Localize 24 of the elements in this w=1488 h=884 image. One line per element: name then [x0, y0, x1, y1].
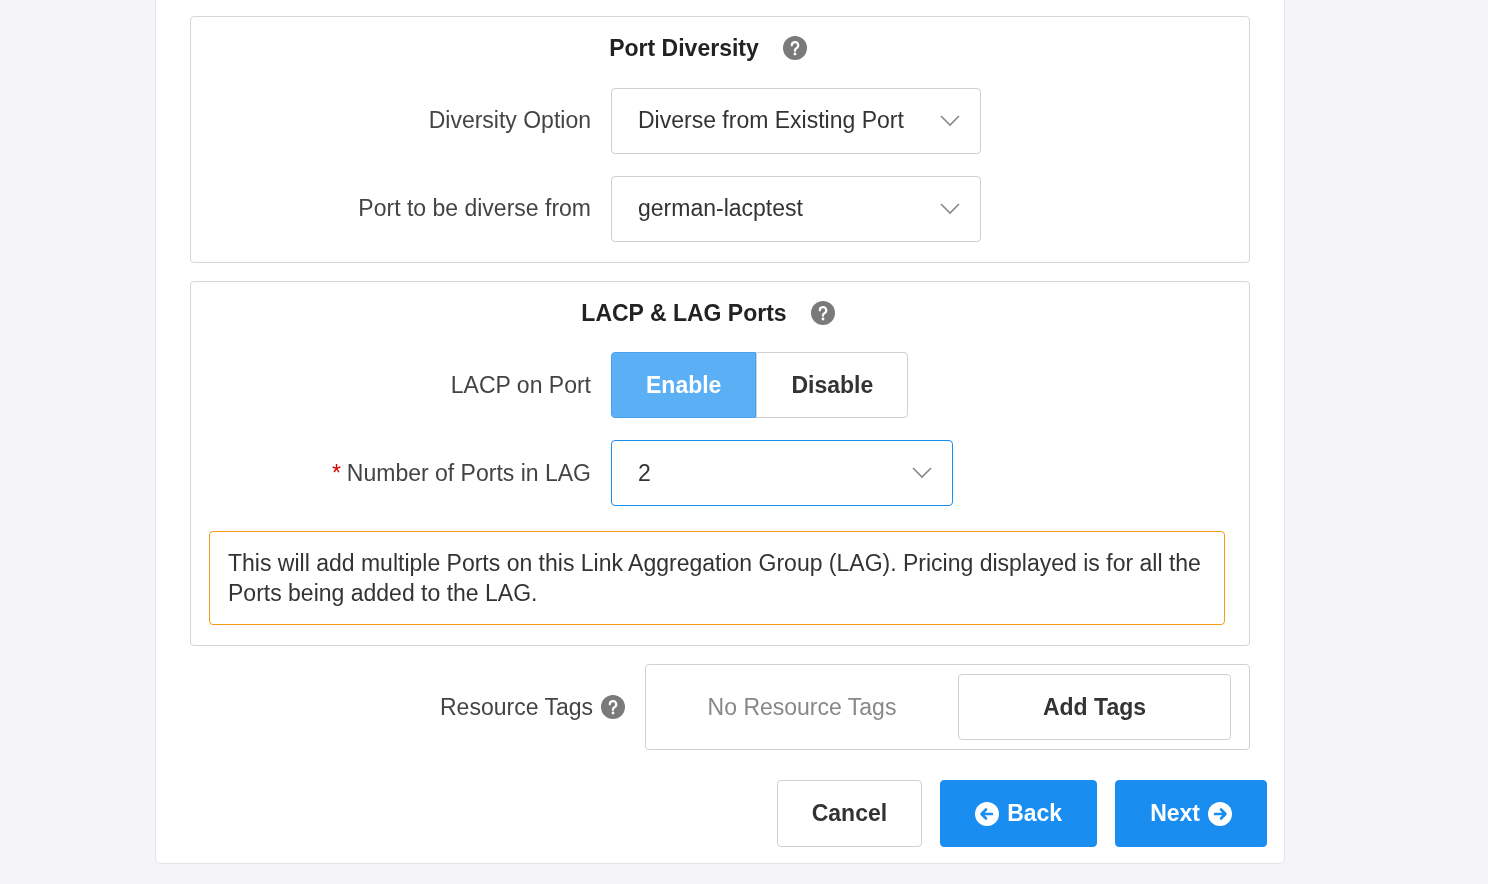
- field-label: LACP on Port: [449, 370, 591, 400]
- dropdown-field[interactable]: german-lacptest: [611, 175, 981, 242]
- section-title: Port Diversity: [609, 34, 759, 63]
- dropdown-field[interactable]: Diverse from Existing Port: [611, 87, 981, 154]
- empty-tags-text: No Resource Tags: [706, 692, 898, 722]
- notice-message: This will add multiple Ports on this Link Aggregation Group (LAG). Pricing displayed is for all the Ports being added to the LAG.: [209, 531, 1225, 625]
- field-label: Diversity Option: [427, 106, 591, 136]
- arrow-left-icon: [975, 801, 1000, 826]
- arrow-right-icon: [1208, 801, 1232, 826]
- chevron-down-icon: [940, 114, 960, 127]
- help-icon[interactable]: [782, 36, 807, 61]
- required-asterisk: *: [331, 459, 341, 486]
- dropdown-field[interactable]: 2: [611, 440, 953, 506]
- add-tags-button[interactable]: Add Tags: [958, 674, 1231, 740]
- action-button[interactable]: Cancel: [776, 780, 923, 847]
- field-label: Resource Tags: [440, 692, 593, 722]
- field-label: Number of Ports in LAG: [346, 459, 591, 486]
- field-label: Port to be diverse from: [357, 194, 591, 224]
- toggle-option[interactable]: Disable: [756, 352, 909, 418]
- chevron-down-icon: [912, 467, 932, 479]
- help-icon[interactable]: [810, 300, 835, 325]
- help-icon[interactable]: [601, 695, 625, 719]
- section-title: LACP & LAG Ports: [581, 298, 787, 328]
- chevron-down-icon: [940, 202, 960, 215]
